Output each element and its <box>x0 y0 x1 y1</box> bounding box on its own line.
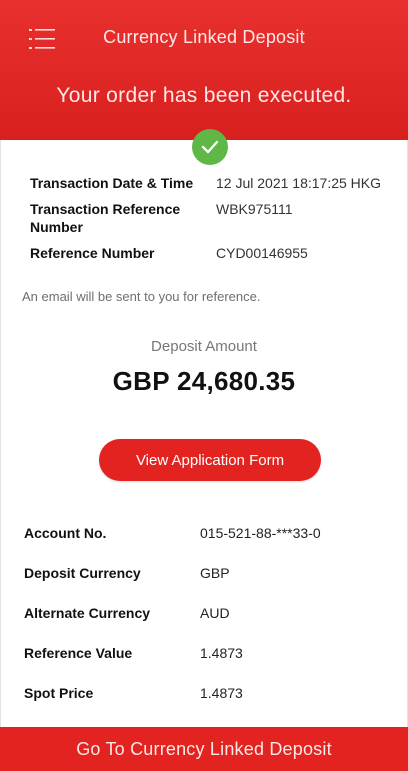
go-to-currency-linked-deposit-button[interactable]: Go To Currency Linked Deposit <box>0 727 408 771</box>
detail-row: Deposit Currency GBP <box>24 565 394 605</box>
email-note: An email will be sent to you for referen… <box>22 289 261 304</box>
check-icon-glyph <box>201 140 219 154</box>
transaction-reference-value: WBK975111 <box>216 201 293 217</box>
detail-row: Reference Value 1.4873 <box>24 645 394 685</box>
status-message: Your order has been executed. <box>56 84 352 107</box>
deposit-details: Account No. 015-521-88-***33-0 Deposit C… <box>24 525 394 725</box>
page-title: Currency Linked Deposit <box>103 27 305 47</box>
deposit-amount-value: GBP 24,680.35 <box>112 366 296 396</box>
deposit-amount-label: Deposit Amount <box>151 338 257 355</box>
deposit-currency-value: GBP <box>200 565 230 581</box>
detail-row: Alternate Currency AUD <box>24 605 394 645</box>
reference-value-value: 1.4873 <box>200 645 243 661</box>
deposit-currency-label: Deposit Currency <box>24 565 141 581</box>
transaction-reference-label: Transaction Reference Number <box>30 201 181 235</box>
account-no-label: Account No. <box>24 525 107 541</box>
transaction-row: Transaction Date & Time 12 Jul 2021 18:1… <box>30 174 400 192</box>
view-application-form-button[interactable]: View Application Form <box>99 439 321 481</box>
account-no-value: 015-521-88-***33-0 <box>200 525 321 541</box>
alternate-currency-label: Alternate Currency <box>24 605 151 621</box>
reference-value-label: Reference Value <box>24 645 133 661</box>
transaction-datetime-label: Transaction Date & Time <box>30 175 194 191</box>
check-icon <box>192 129 228 165</box>
transaction-info: Transaction Date & Time 12 Jul 2021 18:1… <box>30 174 400 270</box>
reference-number-label: Reference Number <box>30 245 155 261</box>
transaction-row: Reference Number CYD00146955 <box>30 244 400 262</box>
transaction-row: Transaction Reference Number WBK975111 <box>30 200 400 236</box>
header: Currency Linked Deposit Your order has b… <box>0 0 408 140</box>
alternate-currency-value: AUD <box>200 605 230 621</box>
reference-number-value: CYD00146955 <box>216 245 308 261</box>
spot-price-label: Spot Price <box>24 685 94 701</box>
spot-price-value: 1.4873 <box>200 685 243 701</box>
transaction-datetime-value: 12 Jul 2021 18:17:25 HKG <box>216 175 382 191</box>
detail-row: Spot Price 1.4873 <box>24 685 394 725</box>
detail-row: Account No. 015-521-88-***33-0 <box>24 525 394 565</box>
